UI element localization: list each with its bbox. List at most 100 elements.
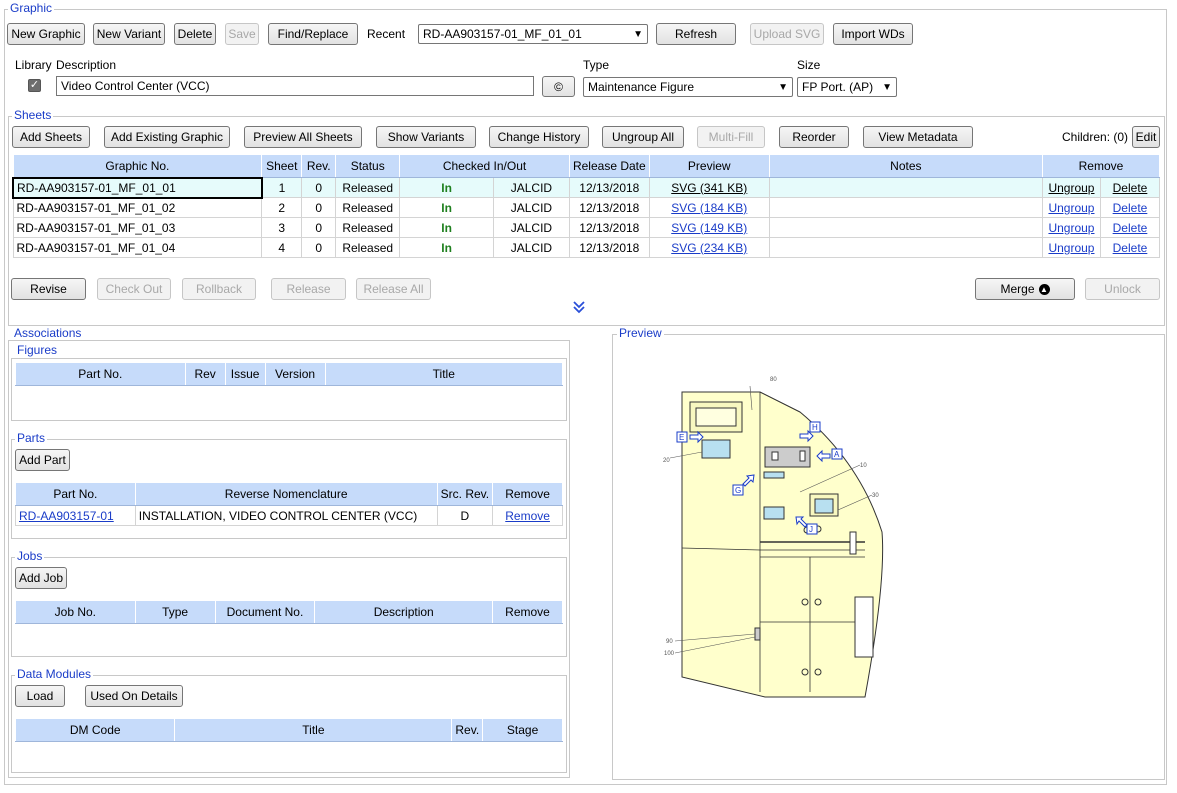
expand-chevron-icon[interactable] — [572, 299, 586, 315]
ungroup-all-button[interactable]: Ungroup All — [602, 126, 684, 148]
col-graphic-no[interactable]: Graphic No. — [12, 154, 263, 178]
part-no-link[interactable]: RD-AA903157-01 — [19, 509, 114, 523]
type-select[interactable]: Maintenance Figure ▼ — [583, 77, 793, 97]
preview-drawing: 80 20 10 30 90 100 E H A G J — [663, 377, 884, 698]
col-issue[interactable]: Issue — [224, 362, 266, 386]
recent-select[interactable]: RD-AA903157-01_MF_01_01 ▼ — [418, 24, 648, 44]
col-dm-code[interactable]: DM Code — [14, 718, 176, 742]
used-on-details-button[interactable]: Used On Details — [85, 685, 183, 707]
table-row[interactable]: RD-AA903157-01 INSTALLATION, VIDEO CONTR… — [15, 505, 563, 526]
add-sheets-button[interactable]: Add Sheets — [12, 126, 90, 148]
col-part-no[interactable]: Part No. — [15, 362, 186, 386]
library-checkbox[interactable]: ✓ — [28, 79, 41, 92]
col-type[interactable]: Type — [134, 600, 216, 624]
col-preview[interactable]: Preview — [648, 154, 770, 178]
chevron-down-icon: ▼ — [778, 81, 788, 93]
new-variant-button[interactable]: New Variant — [93, 23, 165, 45]
notes-cell[interactable] — [768, 197, 1043, 218]
ungroup-link[interactable]: Ungroup — [1048, 221, 1094, 235]
col-sheet[interactable]: Sheet — [261, 154, 303, 178]
col-notes[interactable]: Notes — [768, 154, 1043, 178]
revise-button[interactable]: Revise — [11, 278, 86, 300]
multi-fill-button[interactable]: Multi-Fill — [697, 126, 765, 148]
warning-icon: ▲ — [1038, 283, 1050, 295]
col-rev[interactable]: Rev. — [301, 154, 337, 178]
callout-10: 10 — [860, 463, 867, 469]
col-remove[interactable]: Remove — [492, 600, 563, 624]
col-document-no[interactable]: Document No. — [214, 600, 316, 624]
notes-cell[interactable] — [768, 177, 1043, 198]
table-row[interactable]: RD-AA903157-01_MF_01_02 2 0 Released In … — [12, 197, 1161, 218]
col-title[interactable]: Title — [324, 362, 564, 386]
col-rev[interactable]: Rev — [184, 362, 226, 386]
col-reverse-nomenclature[interactable]: Reverse Nomenclature — [134, 482, 438, 506]
refresh-button[interactable]: Refresh — [656, 23, 736, 45]
add-existing-graphic-button[interactable]: Add Existing Graphic — [104, 126, 230, 148]
remove-part-link[interactable]: Remove — [505, 509, 550, 523]
add-part-button[interactable]: Add Part — [15, 449, 70, 471]
col-checked[interactable]: Checked In/Out — [399, 154, 570, 178]
col-version[interactable]: Version — [264, 362, 326, 386]
jobs-legend: Jobs — [15, 549, 45, 563]
checked-cell: In — [399, 177, 494, 198]
preview-svg-link[interactable]: SVG (149 KB) — [671, 221, 747, 235]
preview-all-sheets-button[interactable]: Preview All Sheets — [244, 126, 362, 148]
delete-link[interactable]: Delete — [1113, 201, 1148, 215]
col-remove[interactable]: Remove — [1041, 154, 1161, 178]
add-job-button[interactable]: Add Job — [15, 567, 67, 589]
sheets-table-header: Graphic No. Sheet Rev. Status Checked In… — [12, 154, 1161, 178]
col-job-no[interactable]: Job No. — [15, 600, 136, 624]
graphic-no-cell[interactable]: RD-AA903157-01_MF_01_02 — [12, 197, 263, 218]
col-status[interactable]: Status — [335, 154, 401, 178]
col-rev[interactable]: Rev. — [451, 718, 484, 742]
table-row[interactable]: RD-AA903157-01_MF_01_03 3 0 Released In … — [12, 217, 1161, 238]
col-title[interactable]: Title — [174, 718, 453, 742]
merge-button[interactable]: Merge ▲ — [975, 278, 1075, 300]
data-modules-table: DM Code Title Rev. Stage — [14, 718, 563, 742]
upload-svg-button[interactable]: Upload SVG — [750, 23, 824, 45]
size-select[interactable]: FP Port. (AP) ▼ — [797, 77, 897, 97]
preview-svg-link[interactable]: SVG (341 KB) — [671, 181, 747, 195]
release-button[interactable]: Release — [271, 278, 346, 300]
preview-svg-link[interactable]: SVG (184 KB) — [671, 201, 747, 215]
new-graphic-button[interactable]: New Graphic — [7, 23, 85, 45]
col-stage[interactable]: Stage — [482, 718, 563, 742]
ungroup-link[interactable]: Ungroup — [1048, 241, 1094, 255]
check-out-button[interactable]: Check Out — [97, 278, 171, 300]
delete-graphic-button[interactable]: Delete — [174, 23, 216, 45]
ungroup-link[interactable]: Ungroup — [1048, 181, 1094, 195]
delete-link[interactable]: Delete — [1113, 241, 1148, 255]
col-remove[interactable]: Remove — [492, 482, 563, 506]
edit-children-button[interactable]: Edit — [1132, 126, 1160, 148]
import-wds-button[interactable]: Import WDs — [833, 23, 913, 45]
graphic-no-cell[interactable]: RD-AA903157-01_MF_01_04 — [12, 237, 263, 258]
table-row[interactable]: RD-AA903157-01_MF_01_04 4 0 Released In … — [12, 237, 1161, 258]
copyright-button[interactable]: © — [542, 76, 575, 97]
notes-cell[interactable] — [768, 237, 1043, 258]
table-row[interactable]: RD-AA903157-01_MF_01_01 1 0 Released In … — [12, 176, 1161, 199]
delete-link[interactable]: Delete — [1113, 221, 1148, 235]
notes-cell[interactable] — [768, 217, 1043, 238]
change-history-button[interactable]: Change History — [489, 126, 589, 148]
col-release-date[interactable]: Release Date — [568, 154, 650, 178]
chevron-down-icon: ▼ — [633, 28, 643, 40]
unlock-button[interactable]: Unlock — [1085, 278, 1160, 300]
find-replace-button[interactable]: Find/Replace — [268, 23, 358, 45]
preview-svg-link[interactable]: SVG (234 KB) — [671, 241, 747, 255]
graphic-no-cell[interactable]: RD-AA903157-01_MF_01_03 — [12, 217, 263, 238]
load-button[interactable]: Load — [15, 685, 65, 707]
status-cell: Released — [335, 177, 401, 198]
view-metadata-button[interactable]: View Metadata — [863, 126, 973, 148]
show-variants-button[interactable]: Show Variants — [376, 126, 476, 148]
graphic-no-cell[interactable]: RD-AA903157-01_MF_01_01 — [12, 176, 263, 199]
release-all-button[interactable]: Release All — [356, 278, 431, 300]
col-part-no[interactable]: Part No. — [15, 482, 136, 506]
reorder-button[interactable]: Reorder — [779, 126, 849, 148]
delete-link[interactable]: Delete — [1113, 181, 1148, 195]
col-description[interactable]: Description — [314, 600, 494, 624]
description-input[interactable]: Video Control Center (VCC) — [56, 76, 534, 96]
col-src-rev[interactable]: Src. Rev. — [436, 482, 494, 506]
rollback-button[interactable]: Rollback — [182, 278, 256, 300]
save-button[interactable]: Save — [225, 23, 259, 45]
ungroup-link[interactable]: Ungroup — [1048, 201, 1094, 215]
